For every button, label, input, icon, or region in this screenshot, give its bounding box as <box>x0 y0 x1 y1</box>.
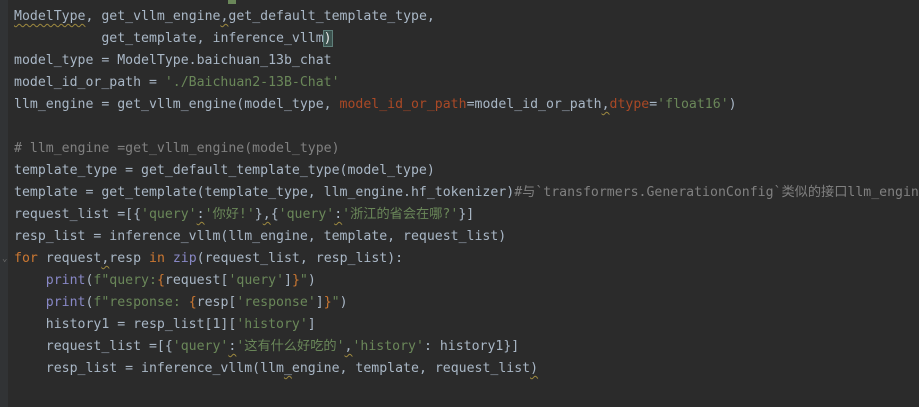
code-token: ModelType <box>14 9 86 24</box>
editor-gutter <box>0 0 8 407</box>
code-token: resp <box>109 251 149 266</box>
code-token: 'query' <box>141 207 197 222</box>
code-token: } <box>323 295 332 310</box>
code-line[interactable]: request_list =[{'query':'这有什么好吃的','histo… <box>14 336 919 358</box>
code-token: ) <box>322 30 333 47</box>
code-token: ] <box>284 273 292 288</box>
code-token: { <box>156 273 165 288</box>
code-token: print <box>45 295 86 310</box>
code-token: print <box>45 273 86 288</box>
code-token: '这有什么好吃的' <box>236 339 345 354</box>
code-token: " <box>331 295 340 310</box>
code-token: '你好!' <box>204 207 255 222</box>
code-token: resp[ <box>196 295 237 310</box>
code-line[interactable]: print(f"response: {resp['response']}") <box>14 292 919 314</box>
code-token: request_list =[{ <box>14 207 142 222</box>
code-line[interactable]: ⌄ for request,resp in zip(request_list, r… <box>2 248 919 270</box>
code-token: ) <box>307 273 316 288</box>
code-token: # llm_engine =get_vllm_engine(model_type… <box>14 141 340 156</box>
code-token: get_template <box>14 31 197 46</box>
code-token: f"response: <box>93 295 189 310</box>
code-editor[interactable]: ModelType, get_vllm_engine,get_default_t… <box>0 0 919 407</box>
code-token: model_id_or_path <box>339 97 467 112</box>
code-token: 'query' <box>172 339 229 354</box>
code-token: request <box>45 251 102 266</box>
code-token: in <box>149 251 173 266</box>
code-token: ) <box>339 295 348 310</box>
code-token: } <box>254 207 263 222</box>
code-token: ] <box>307 317 316 332</box>
code-token: ) <box>530 361 539 376</box>
code-token: = <box>649 97 658 112</box>
code-token: : <box>196 207 205 222</box>
code-token: , <box>262 207 271 222</box>
code-token: resp_list = inference_vllm(llm <box>14 361 284 376</box>
code-token: dtype <box>609 97 650 112</box>
code-token: =model_id_or_path <box>466 97 602 112</box>
change-marker <box>228 0 236 4</box>
code-line[interactable]: template = get_template(template_type, l… <box>14 182 919 204</box>
fold-arrow-icon[interactable]: ⌄ <box>2 255 10 264</box>
code-token: f"query: <box>93 273 157 288</box>
code-token: " <box>299 273 308 288</box>
code-token: 'response' <box>236 295 316 310</box>
code-token: history1 = resp_list[1][ <box>14 317 237 332</box>
code-token: for <box>14 251 46 266</box>
code-token: resp_list = inference_vllm(llm_engine, t… <box>14 229 507 244</box>
code-token: , <box>426 9 435 24</box>
code-token: ] <box>315 295 324 310</box>
code-token: ) <box>728 97 737 112</box>
code-token: engine, template, request_list <box>291 361 531 376</box>
code-token: '浙江的省会在哪?' <box>342 207 459 222</box>
code-line[interactable]: ModelType, get_vllm_engine,get_default_t… <box>14 6 919 28</box>
code-token: model_id_or_path = <box>14 75 165 90</box>
code-line[interactable]: history1 = resp_list[1]['history'] <box>14 314 919 336</box>
code-line[interactable]: request_list =[{'query':'你好!'},{'query':… <box>14 204 919 226</box>
code-token: , <box>601 97 610 112</box>
code-token: { <box>270 207 279 222</box>
code-token: './Baichuan2-13B-Chat' <box>164 75 340 90</box>
code-token: 'float16' <box>657 97 729 112</box>
code-token: }] <box>458 207 475 222</box>
code-line[interactable]: model_id_or_path = './Baichuan2-13B-Chat… <box>14 72 919 94</box>
code-token: get_vllm_engine <box>101 9 221 24</box>
code-token: , <box>85 9 102 24</box>
code-token: { <box>188 295 197 310</box>
code-token: } <box>291 273 300 288</box>
code-token: #与`transformers.GenerationConfig`类似的接口ll… <box>514 185 919 200</box>
code-token: 'query' <box>228 273 285 288</box>
code-token: inference_vllm <box>212 31 324 46</box>
code-line[interactable]: llm_engine = get_vllm_engine(model_type,… <box>14 94 919 116</box>
code-line[interactable]: model_type = ModelType.baichuan_13b_chat <box>14 50 919 72</box>
code-token: (request_list, resp_list): <box>196 251 404 266</box>
code-token: request_list =[{ <box>14 339 173 354</box>
code-line[interactable]: resp_list = inference_vllm(llm_engine, t… <box>14 226 919 248</box>
code-line[interactable]: template_type = get_default_template_typ… <box>14 160 919 182</box>
code-token: , <box>196 31 213 46</box>
code-area[interactable]: ModelType, get_vllm_engine,get_default_t… <box>2 6 919 380</box>
code-token: template = get_template(template_type, l… <box>14 185 515 200</box>
code-token: llm_engine = get_vllm_engine(model_type, <box>14 97 340 112</box>
code-line[interactable] <box>14 116 919 138</box>
code-token: template_type = get_default_template_typ… <box>14 163 435 178</box>
code-token: get_default_template_type <box>228 9 427 24</box>
code-token: 'history' <box>352 339 424 354</box>
code-token: _ <box>283 361 292 376</box>
code-line[interactable]: print(f"query:{request['query']}") <box>14 270 919 292</box>
code-token: : history1}] <box>423 339 520 354</box>
code-token: 'history' <box>236 317 308 332</box>
code-token: model_type = ModelType.baichuan_13b_chat <box>14 53 332 68</box>
code-line[interactable]: resp_list = inference_vllm(llm_engine, t… <box>14 358 919 380</box>
code-token: 'query' <box>278 207 335 222</box>
code-line[interactable]: get_template, inference_vllm) <box>14 28 919 50</box>
code-token: request[ <box>164 273 229 288</box>
code-token: : <box>334 207 343 222</box>
code-line[interactable]: # llm_engine =get_vllm_engine(model_type… <box>14 138 919 160</box>
code-token: zip <box>172 251 197 266</box>
